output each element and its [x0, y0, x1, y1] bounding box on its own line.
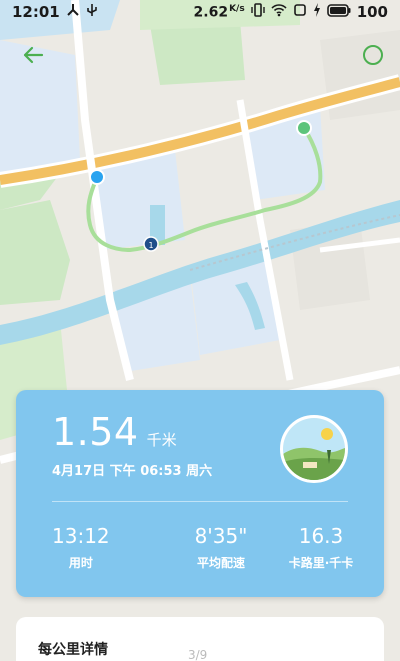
- landscape-avatar-icon: [283, 418, 345, 480]
- status-bar: 12:01 2.62K/s 100: [0, 0, 400, 24]
- duration-label: 用时: [68, 556, 93, 570]
- duration-stat: 13:12 用时: [52, 524, 110, 571]
- distance-display: 1.54 千米: [52, 410, 177, 454]
- network-speed: 2.62K/s: [193, 3, 245, 21]
- back-button[interactable]: [18, 40, 48, 70]
- details-title: 每公里详情: [38, 642, 108, 658]
- status-time: 12:01: [12, 3, 60, 21]
- per-km-details-panel[interactable]: 每公里详情 3/9: [16, 617, 384, 661]
- duration-value: 13:12: [52, 524, 110, 548]
- distance-unit: 千米: [146, 431, 177, 449]
- charging-icon: [313, 3, 321, 21]
- km-marker-label: 1: [148, 241, 153, 250]
- card-divider: [52, 501, 348, 502]
- arrow-left-icon: [23, 46, 44, 64]
- battery-level: 100: [356, 3, 388, 21]
- calories-value: 16.3: [298, 524, 344, 548]
- run-datetime: 4月17日 下午 06:53 周六: [52, 464, 213, 479]
- pace-value: 8'35": [194, 524, 248, 548]
- wifi-icon: [271, 3, 287, 21]
- avatar[interactable]: [280, 415, 348, 483]
- share-button[interactable]: [360, 42, 386, 68]
- circle-icon: [363, 45, 383, 65]
- usb-icon: [86, 3, 98, 21]
- details-pager: 3/9: [188, 648, 208, 661]
- battery-icon: [326, 3, 351, 21]
- calories-label: 卡路里·千卡: [288, 556, 354, 570]
- calories-stat: 16.3 卡路里·千卡: [281, 524, 361, 571]
- vibrate-icon: [250, 3, 265, 21]
- usb-debug-icon: [66, 3, 80, 21]
- pace-label: 平均配速: [196, 556, 245, 570]
- screen-icon: [293, 3, 307, 21]
- distance-value: 1.54: [52, 410, 139, 454]
- pace-stat: 8'35" 平均配速: [166, 524, 276, 571]
- run-summary-card: 1.54 千米 4月17日 下午 06:53 周六 13:12 用时 8'35"…: [16, 390, 384, 597]
